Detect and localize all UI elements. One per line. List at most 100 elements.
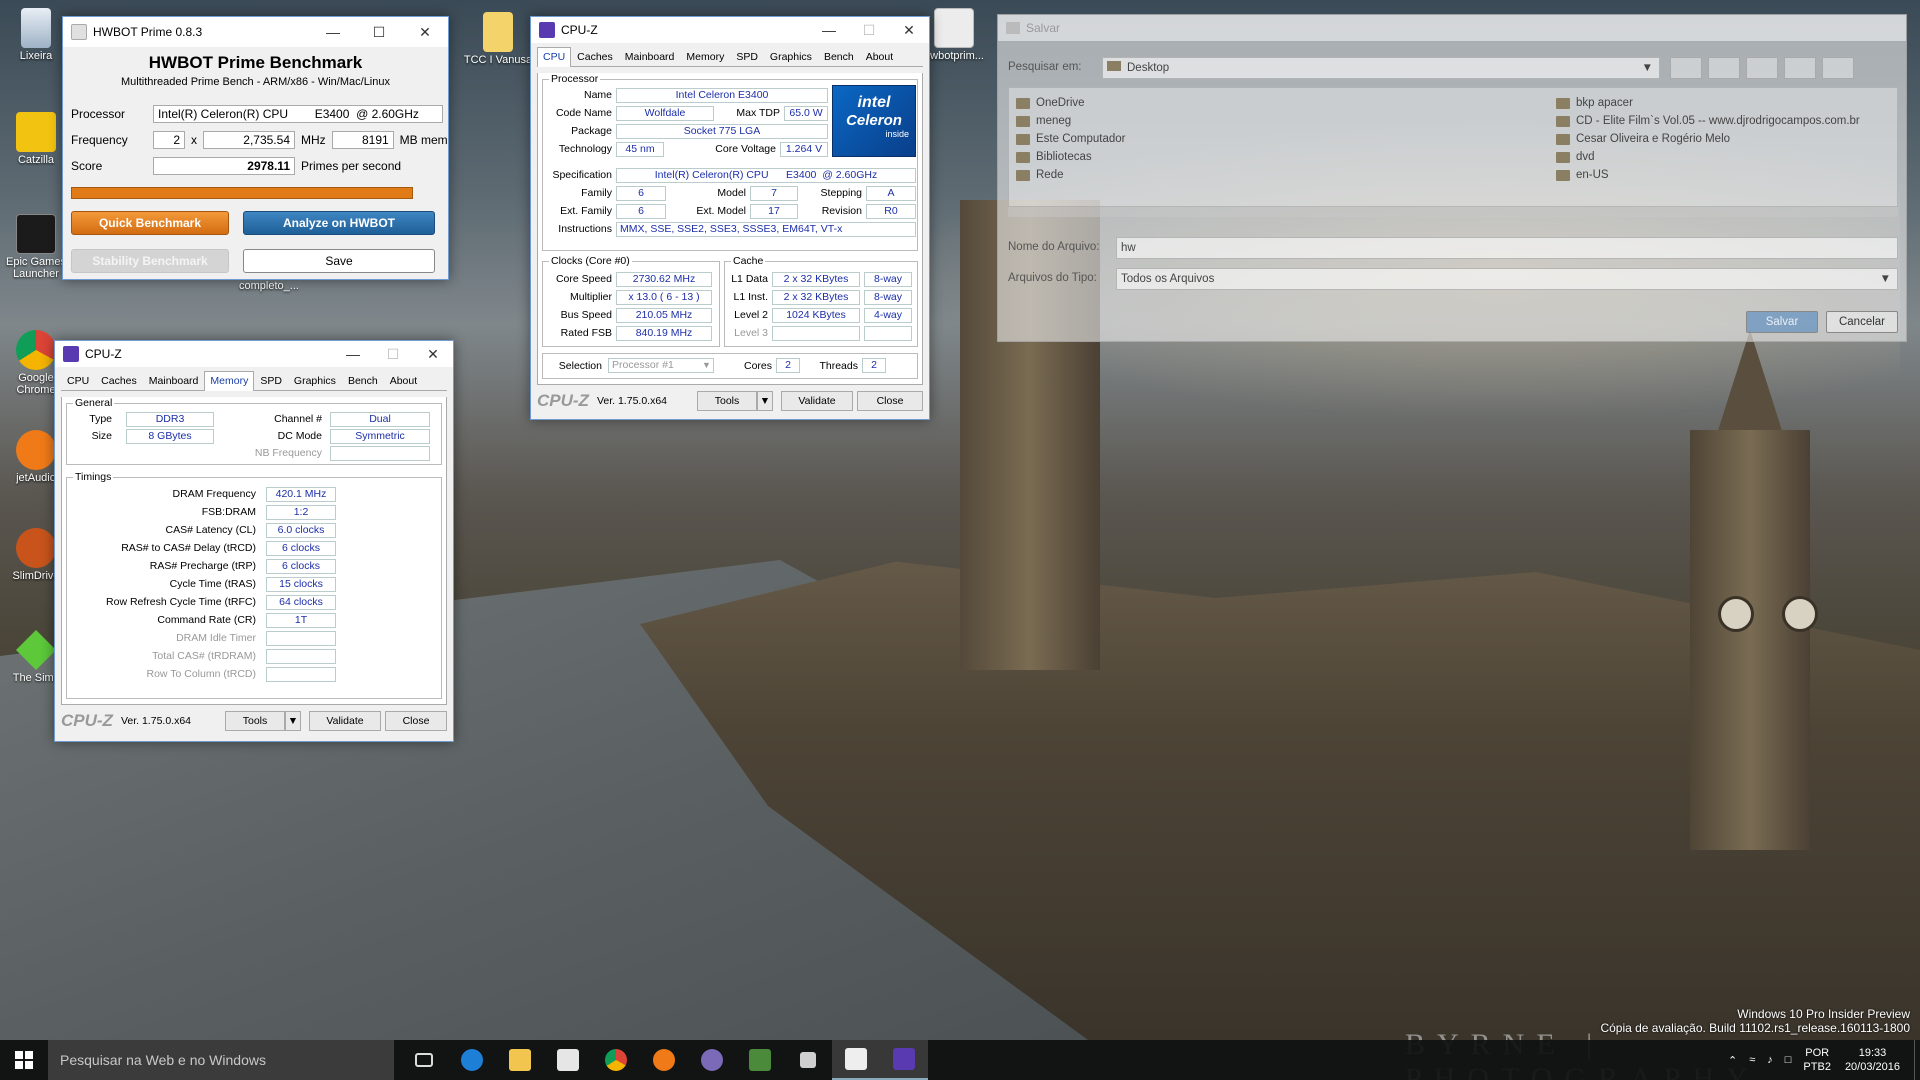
file-list-item[interactable]: CD - Elite Film`s Vol.05 -- www.djrodrig… — [1556, 115, 1860, 127]
chrome-icon — [605, 1049, 627, 1071]
language-indicator[interactable]: POR PTB2 — [1803, 1046, 1831, 1074]
taskbar-cpuz[interactable] — [880, 1040, 928, 1080]
taskbar-file-explorer[interactable] — [496, 1040, 544, 1080]
home-icon[interactable] — [1708, 57, 1740, 79]
validate-button[interactable]: Validate — [309, 711, 381, 731]
minimize-button[interactable]: — — [809, 17, 849, 43]
tools-dropdown-arrow[interactable]: ▼ — [285, 711, 301, 731]
action-center-icon[interactable]: □ — [1785, 1054, 1792, 1066]
show-desktop-button[interactable] — [1914, 1040, 1920, 1080]
cpuz-memory-titlebar[interactable]: CPU-Z — ☐ ✕ — [55, 341, 453, 367]
taskbar-app[interactable] — [784, 1040, 832, 1080]
up-folder-icon[interactable] — [1670, 57, 1702, 79]
file-type-select[interactable]: Todos os Arquivos ▼ — [1116, 268, 1898, 290]
model-value: 7 — [750, 186, 798, 201]
processor-select[interactable]: Processor #1 — [608, 358, 714, 373]
volume-icon[interactable]: ♪ — [1767, 1054, 1773, 1066]
details-view-icon[interactable] — [1822, 57, 1854, 79]
multiplier-field[interactable]: 2 — [153, 131, 185, 149]
benchmark-progress-bar — [71, 187, 413, 199]
save-file-button[interactable]: Salvar — [1746, 311, 1818, 333]
taskbar-app[interactable] — [736, 1040, 784, 1080]
tab-memory[interactable]: Memory — [680, 47, 730, 66]
tab-about[interactable]: About — [384, 371, 423, 390]
file-list-item[interactable]: bkp apacer — [1556, 97, 1633, 109]
taskbar-app[interactable] — [688, 1040, 736, 1080]
ext-family-value: 6 — [616, 204, 666, 219]
file-list-item[interactable]: Cesar Oliveira e Rogério Melo — [1556, 133, 1730, 145]
maximize-button[interactable]: ☐ — [356, 17, 402, 47]
package-value: Socket 775 LGA — [616, 124, 828, 139]
tab-caches[interactable]: Caches — [95, 371, 143, 390]
taskbar-jetaudio[interactable] — [640, 1040, 688, 1080]
wifi-icon[interactable]: ≈ — [1749, 1054, 1755, 1066]
analyze-on-hwbot-button[interactable]: Analyze on HWBOT — [243, 211, 435, 235]
tab-cpu[interactable]: CPU — [61, 371, 95, 390]
quick-benchmark-button[interactable]: Quick Benchmark — [71, 211, 229, 235]
file-list-item[interactable]: Bibliotecas — [1016, 151, 1092, 163]
memory-field[interactable]: 8191 — [331, 131, 394, 149]
close-window-button[interactable]: Close — [385, 711, 447, 731]
file-list-item[interactable]: en-US — [1556, 169, 1609, 181]
taskbar-store[interactable] — [544, 1040, 592, 1080]
validate-button[interactable]: Validate — [781, 391, 853, 411]
frequency-field[interactable]: 2,735.54 — [203, 131, 295, 149]
maximize-button[interactable]: ☐ — [373, 341, 413, 367]
timing-value — [266, 667, 336, 682]
hwbot-titlebar[interactable]: HWBOT Prime 0.8.3 — ☐ ✕ — [63, 17, 448, 47]
file-list-item[interactable]: OneDrive — [1016, 97, 1085, 109]
desktop-icon-tcc[interactable]: TCC I Vanusa — [460, 12, 536, 66]
timing-label: RAS# to CAS# Delay (tRCD) — [121, 542, 256, 554]
tab-spd[interactable]: SPD — [254, 371, 288, 390]
list-view-icon[interactable] — [1784, 57, 1816, 79]
tab-graphics[interactable]: Graphics — [288, 371, 342, 390]
task-view-button[interactable] — [400, 1040, 448, 1080]
level3-value — [772, 326, 860, 341]
minimize-button[interactable]: — — [333, 341, 373, 367]
taskbar-search-box[interactable]: Pesquisar na Web e no Windows — [48, 1040, 394, 1080]
tools-dropdown-arrow[interactable]: ▼ — [757, 391, 773, 411]
horizontal-scrollbar[interactable] — [1008, 207, 1898, 217]
processor-field[interactable]: Intel(R) Celeron(R) CPU E3400 @ 2.60GHz — [153, 105, 443, 123]
new-folder-icon[interactable] — [1746, 57, 1778, 79]
tab-about[interactable]: About — [860, 47, 899, 66]
stability-benchmark-button[interactable]: Stability Benchmark — [71, 249, 229, 273]
clock[interactable]: 19:33 20/03/2016 — [1845, 1046, 1900, 1074]
taskbar-chrome[interactable] — [592, 1040, 640, 1080]
close-button[interactable]: ✕ — [413, 341, 453, 367]
bus-speed-value: 210.05 MHz — [616, 308, 712, 323]
tools-button[interactable]: Tools — [697, 391, 757, 411]
tab-memory[interactable]: Memory — [204, 371, 255, 391]
tab-mainboard[interactable]: Mainboard — [143, 371, 205, 390]
chevron-down-icon: ▼ — [1641, 62, 1653, 74]
start-button[interactable] — [0, 1040, 48, 1080]
tab-spd[interactable]: SPD — [730, 47, 764, 66]
file-list-item[interactable]: Este Computador — [1016, 133, 1126, 145]
tab-graphics[interactable]: Graphics — [764, 47, 818, 66]
tools-button[interactable]: Tools — [225, 711, 285, 731]
look-in-select[interactable]: Desktop ▼ — [1102, 57, 1660, 79]
tab-cpu[interactable]: CPU — [537, 47, 572, 67]
taskbar-java[interactable] — [832, 1040, 880, 1080]
save-button[interactable]: Save — [243, 249, 435, 273]
tab-mainboard[interactable]: Mainboard — [619, 47, 681, 66]
cpuz-cpu-titlebar[interactable]: CPU-Z — ☐ ✕ — [531, 17, 929, 43]
file-list-item[interactable]: meneg — [1016, 115, 1071, 127]
file-list-item[interactable]: Rede — [1016, 169, 1064, 181]
save-dialog-titlebar[interactable]: Salvar — [998, 15, 1906, 41]
tab-bench[interactable]: Bench — [818, 47, 860, 66]
file-name-input[interactable]: hw — [1116, 237, 1898, 259]
cpuz-logo: CPU-Z — [537, 391, 589, 410]
cancel-button[interactable]: Cancelar — [1826, 311, 1898, 333]
file-list-item[interactable]: dvd — [1556, 151, 1595, 163]
close-button[interactable]: ✕ — [402, 17, 448, 47]
desktop-icon-completo[interactable]: completo_... — [226, 280, 312, 292]
tab-caches[interactable]: Caches — [571, 47, 619, 66]
close-window-button[interactable]: Close — [857, 391, 923, 411]
taskbar-edge[interactable] — [448, 1040, 496, 1080]
minimize-button[interactable]: — — [310, 17, 356, 47]
chevron-up-icon[interactable]: ⌃ — [1728, 1054, 1737, 1067]
maximize-button[interactable]: ☐ — [849, 17, 889, 43]
tab-bench[interactable]: Bench — [342, 371, 384, 390]
close-button[interactable]: ✕ — [889, 17, 929, 43]
